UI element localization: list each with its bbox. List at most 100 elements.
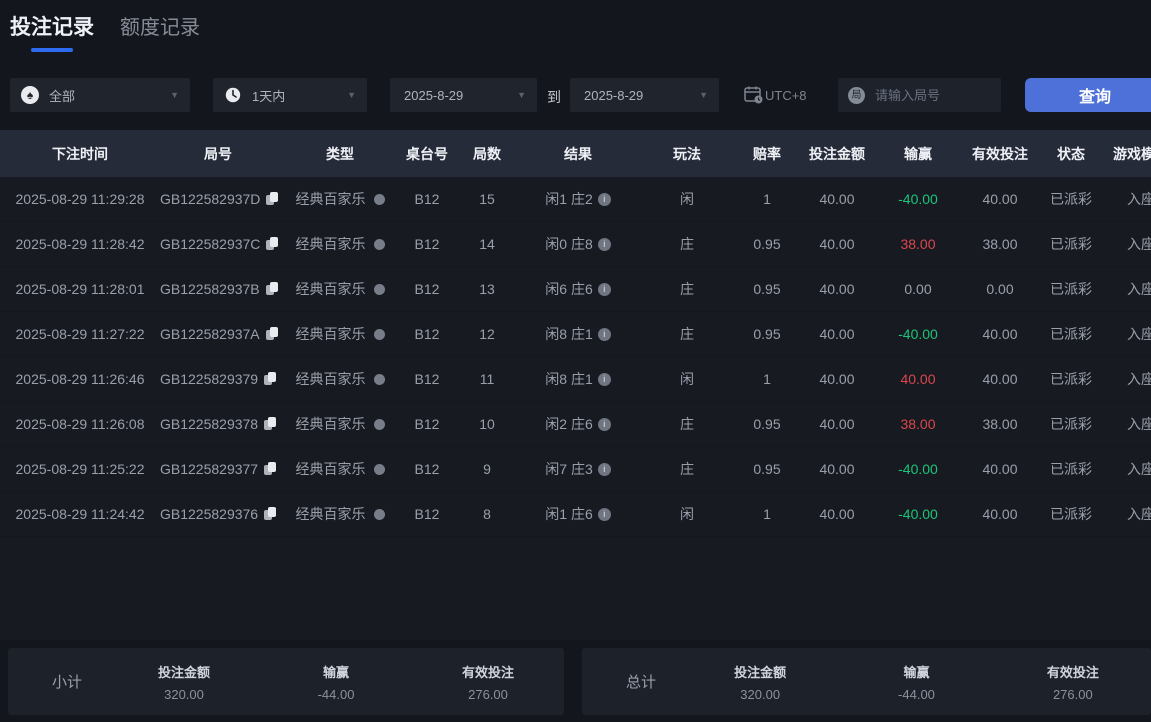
type-dot-icon — [374, 329, 385, 340]
round-count: 9 — [450, 461, 524, 477]
tab-bet-records[interactable]: 投注记录 — [10, 14, 94, 52]
column-header: 局数 — [450, 144, 524, 164]
filter-bar: ♠ 全部 ▼ 1天内 ▼ 2025-8-29 ▼ 到 2025-8-29 ▼ — [0, 78, 1151, 112]
info-icon[interactable]: i — [598, 463, 611, 476]
game-mode: 入座 — [1096, 189, 1151, 209]
game-type: 经典百家乐 — [276, 459, 404, 479]
status: 已派彩 — [1046, 234, 1096, 254]
column-header: 输赢 — [882, 144, 954, 164]
bet-time: 2025-08-29 11:24:42 — [0, 506, 160, 522]
summary-field: 输赢 -44.00 — [838, 662, 994, 702]
category-dropdown[interactable]: ♠ 全部 ▼ — [10, 78, 190, 112]
odds: 0.95 — [742, 416, 792, 432]
bet-time: 2025-08-29 11:29:28 — [0, 191, 160, 207]
game-id: GB1225829377 — [160, 461, 276, 477]
copy-icon[interactable] — [266, 327, 276, 341]
bet-amount: 40.00 — [792, 416, 882, 432]
copy-icon[interactable] — [264, 507, 276, 521]
valid-bet: 40.00 — [954, 506, 1046, 522]
category-value: 全部 — [49, 86, 75, 105]
summary-field-label: 输赢 — [260, 662, 412, 681]
tab-quota-records[interactable]: 额度记录 — [120, 14, 200, 52]
column-header: 赔率 — [742, 144, 792, 164]
game-id: GB122582937C — [160, 236, 276, 252]
chevron-down-icon: ▼ — [699, 90, 708, 100]
column-header: 局号 — [160, 144, 276, 164]
summary-field-value: -44.00 — [838, 687, 994, 702]
round-count: 8 — [450, 506, 524, 522]
date-to-value: 2025-8-29 — [584, 88, 643, 103]
summary-panel: 小计 投注金额 320.00 输赢 -44.00 有效投注 276.00 — [8, 648, 564, 715]
round-count: 12 — [450, 326, 524, 342]
odds: 0.95 — [742, 326, 792, 342]
odds: 1 — [742, 506, 792, 522]
table-header-row: 下注时间局号类型桌台号局数结果玩法赔率投注金额输赢有效投注状态游戏模式 — [0, 130, 1151, 177]
result: 闲2 庄6i — [524, 414, 632, 434]
game-id: GB1225829378 — [160, 416, 276, 432]
chevron-down-icon: ▼ — [170, 90, 179, 100]
column-header: 类型 — [276, 144, 404, 164]
info-icon[interactable]: i — [598, 193, 611, 206]
tab-bar: 投注记录 额度记录 — [0, 0, 1151, 52]
info-icon[interactable]: i — [598, 328, 611, 341]
info-icon[interactable]: i — [598, 373, 611, 386]
summary-field-value: -44.00 — [260, 687, 412, 702]
game-type: 经典百家乐 — [276, 369, 404, 389]
summary-field-label: 有效投注 — [412, 662, 564, 681]
result: 闲1 庄2i — [524, 189, 632, 209]
time-range-dropdown[interactable]: 1天内 ▼ — [213, 78, 367, 112]
date-to-dropdown[interactable]: 2025-8-29 ▼ — [570, 78, 719, 112]
summary-field-value: 276.00 — [412, 687, 564, 702]
copy-icon[interactable] — [264, 417, 276, 431]
summary-fields: 投注金额 320.00 输赢 -44.00 有效投注 276.00 — [108, 662, 564, 702]
type-dot-icon — [374, 374, 385, 385]
table-row: 2025-08-29 11:26:08 GB1225829378 经典百家乐 B… — [0, 402, 1151, 447]
game-mode: 入座 — [1096, 279, 1151, 299]
game-type: 经典百家乐 — [276, 234, 404, 254]
bet-time: 2025-08-29 11:26:08 — [0, 416, 160, 432]
game-id: GB1225829379 — [160, 371, 276, 387]
odds: 0.95 — [742, 461, 792, 477]
column-header: 投注金额 — [792, 144, 882, 164]
query-button[interactable]: 查询 — [1025, 78, 1151, 112]
copy-icon[interactable] — [266, 282, 276, 296]
play-type: 庄 — [632, 459, 742, 479]
status: 已派彩 — [1046, 324, 1096, 344]
table-number: B12 — [404, 191, 450, 207]
table-row: 2025-08-29 11:24:42 GB1225829376 经典百家乐 B… — [0, 492, 1151, 537]
round-search-box[interactable]: 局 — [838, 78, 1001, 112]
status: 已派彩 — [1046, 459, 1096, 479]
table-number: B12 — [404, 506, 450, 522]
date-from-dropdown[interactable]: 2025-8-29 ▼ — [390, 78, 537, 112]
type-dot-icon — [374, 194, 385, 205]
copy-icon[interactable] — [264, 462, 276, 476]
tab-label: 额度记录 — [120, 14, 200, 42]
win-loss: -40.00 — [882, 461, 954, 477]
bet-amount: 40.00 — [792, 191, 882, 207]
info-icon[interactable]: i — [598, 238, 611, 251]
chevron-down-icon: ▼ — [517, 90, 526, 100]
timezone-label: UTC+8 — [765, 88, 807, 103]
copy-icon[interactable] — [266, 237, 276, 251]
round-search-input[interactable] — [873, 87, 987, 104]
summary-field-label: 投注金额 — [108, 662, 260, 681]
round-count: 11 — [450, 371, 524, 387]
play-type: 庄 — [632, 234, 742, 254]
game-id: GB122582937D — [160, 191, 276, 207]
valid-bet: 40.00 — [954, 461, 1046, 477]
odds: 1 — [742, 191, 792, 207]
copy-icon[interactable] — [266, 192, 276, 206]
bet-amount: 40.00 — [792, 281, 882, 297]
clock-icon — [224, 86, 242, 104]
bet-time: 2025-08-29 11:28:42 — [0, 236, 160, 252]
info-icon[interactable]: i — [598, 283, 611, 296]
win-loss: 0.00 — [882, 281, 954, 297]
play-type: 闲 — [632, 189, 742, 209]
type-dot-icon — [374, 464, 385, 475]
time-range-value: 1天内 — [252, 86, 285, 105]
info-icon[interactable]: i — [598, 508, 611, 521]
copy-icon[interactable] — [264, 372, 276, 386]
bet-time: 2025-08-29 11:25:22 — [0, 461, 160, 477]
info-icon[interactable]: i — [598, 418, 611, 431]
play-type: 庄 — [632, 279, 742, 299]
